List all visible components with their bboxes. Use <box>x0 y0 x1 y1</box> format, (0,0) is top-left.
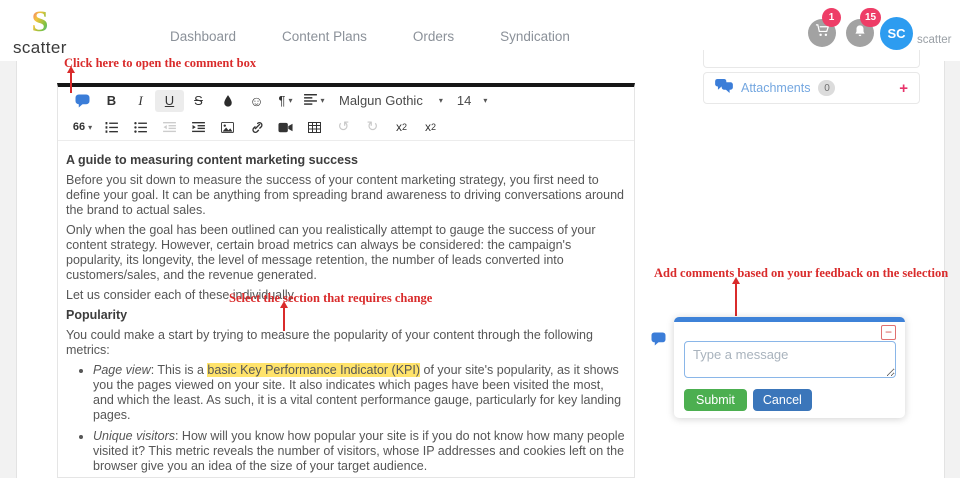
nav-syndication[interactable]: Syndication <box>500 29 570 44</box>
font-family-select[interactable]: Malgun Gothic ▾ <box>339 93 443 108</box>
font-size-select[interactable]: 14 ▾ <box>457 93 487 108</box>
list-item: Page view: This is a basic Key Performan… <box>93 363 626 423</box>
annotation-arrow <box>70 72 72 93</box>
page: S scatter Dashboard Content Plans Orders… <box>0 0 960 478</box>
font-family-value: Malgun Gothic <box>339 93 423 108</box>
metric-text: : This is a <box>150 363 208 377</box>
comment-thread-icon[interactable] <box>651 332 666 351</box>
rich-text-editor: B I U S ☺ ¶ ▾ ▾ Malgun Gothic ▾ 14 ▾ 66 … <box>57 83 635 478</box>
document-content[interactable]: A guide to measuring content marketing s… <box>58 141 634 477</box>
cart-badge: 1 <box>822 8 841 27</box>
font-size-value: 14 <box>456 93 472 108</box>
superscript-mark: 2 <box>430 122 436 132</box>
annotation-toolbar-note: Click here to open the comment box <box>64 56 257 70</box>
attachments-label: Attachments <box>741 81 811 95</box>
strikethrough-button[interactable]: S <box>184 90 213 112</box>
metric-term: Unique visitors <box>93 429 175 443</box>
superscript-button[interactable]: x2 <box>416 116 445 138</box>
document-title: A guide to measuring content marketing s… <box>66 153 358 167</box>
nav-dashboard[interactable]: Dashboard <box>170 29 236 44</box>
add-attachment-button[interactable]: + <box>899 80 908 97</box>
unordered-list-icon[interactable] <box>126 116 155 138</box>
comment-actions: Submit Cancel <box>684 389 812 411</box>
blockquote-button[interactable]: 66 ▾ <box>68 116 97 138</box>
chevron-down-icon: ▾ <box>438 96 443 105</box>
comment-box-header <box>674 317 905 322</box>
left-page-gutter <box>0 61 17 478</box>
bell-icon <box>853 24 867 43</box>
comment-box: − Submit Cancel <box>674 317 905 418</box>
italic-button[interactable]: I <box>126 90 155 112</box>
pilcrow-icon: ¶ <box>278 93 286 108</box>
comment-icon[interactable] <box>68 90 97 112</box>
attachments-count-badge: 0 <box>818 80 836 96</box>
avatar[interactable]: SC <box>880 17 913 50</box>
cart-button[interactable]: 1 <box>808 8 841 47</box>
paragraph-format-button[interactable]: ¶ ▾ <box>271 90 300 112</box>
annotation-selection-note: Select the section that requires change <box>229 291 433 305</box>
indent-icon[interactable] <box>184 116 213 138</box>
minimize-button[interactable]: − <box>881 325 896 340</box>
submit-button[interactable]: Submit <box>684 389 747 411</box>
text-color-icon[interactable] <box>213 90 242 112</box>
collapsed-panel-card <box>703 50 920 68</box>
redo-icon[interactable]: ↻ <box>358 116 387 138</box>
scatter-logo-icon[interactable]: S <box>27 5 54 42</box>
toolbar-row-1: B I U S ☺ ¶ ▾ ▾ Malgun Gothic ▾ 14 ▾ <box>58 87 634 114</box>
comments-icon <box>715 78 733 98</box>
insert-table-icon[interactable] <box>300 116 329 138</box>
chevron-down-icon: ▾ <box>483 96 488 105</box>
logo-wordmark[interactable]: scatter <box>13 38 67 58</box>
insert-link-icon[interactable] <box>242 116 271 138</box>
notifications-badge: 15 <box>860 8 882 27</box>
chevron-down-icon: ▾ <box>88 122 93 132</box>
list-item: Unique visitors: How will you know how p… <box>93 429 626 474</box>
paragraph: You could make a start by trying to meas… <box>66 328 593 357</box>
insert-image-icon[interactable] <box>213 116 242 138</box>
subscript-button[interactable]: x2 <box>387 116 416 138</box>
subscript-mark: 2 <box>401 122 407 132</box>
comment-input[interactable] <box>684 341 896 378</box>
annotation-comment-note: Add comments based on your feedback on t… <box>654 266 949 280</box>
align-button[interactable]: ▾ <box>300 90 329 112</box>
metrics-list: Page view: This is a basic Key Performan… <box>66 363 626 477</box>
annotation-arrow <box>735 283 737 316</box>
bold-button[interactable]: B <box>97 90 126 112</box>
main-nav: Dashboard Content Plans Orders Syndicati… <box>170 29 570 44</box>
section-heading: Popularity <box>66 308 128 322</box>
chevron-down-icon: ▾ <box>320 96 325 105</box>
paragraph: Before you sit down to measure the succe… <box>66 173 624 217</box>
undo-icon[interactable]: ↺ <box>329 116 358 138</box>
paragraph: Only when the goal has been outlined can… <box>66 223 596 282</box>
notifications-button[interactable]: 15 <box>846 8 882 47</box>
metric-term: Page view <box>93 363 151 377</box>
toolbar-row-2: 66 ▾ ↺ ↻ x 2 x 2 <box>58 114 634 141</box>
cancel-button[interactable]: Cancel <box>752 389 812 411</box>
align-left-icon <box>304 93 318 108</box>
outdent-icon[interactable] <box>155 116 184 138</box>
ordered-list-icon[interactable] <box>97 116 126 138</box>
highlighted-text[interactable]: basic Key Performance Indicator (KPI) <box>207 363 421 377</box>
underline-button[interactable]: U <box>155 89 184 112</box>
insert-video-icon[interactable] <box>271 116 300 138</box>
svg-text:S: S <box>32 5 49 37</box>
nav-content-plans[interactable]: Content Plans <box>282 29 367 44</box>
chevron-down-icon: ▾ <box>288 96 293 105</box>
username-label: scatter <box>917 34 952 46</box>
emoticon-button[interactable]: ☺ <box>242 90 271 112</box>
nav-orders[interactable]: Orders <box>413 29 454 44</box>
annotation-arrow <box>283 307 285 331</box>
attachments-panel[interactable]: Attachments 0 + <box>703 72 920 104</box>
quote-icon: 66 <box>72 121 86 133</box>
